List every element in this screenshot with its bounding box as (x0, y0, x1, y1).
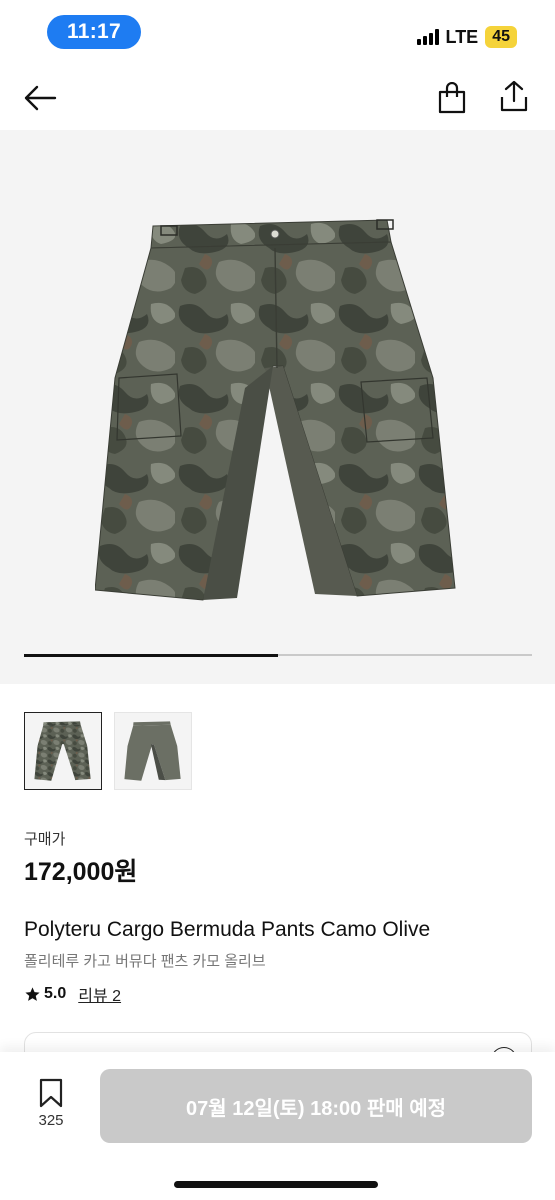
rating-value: 5.0 (44, 985, 67, 1002)
product-name-ko: 폴리테루 카고 버뮤다 팬츠 카모 올리브 (24, 953, 266, 970)
rating: 5.0 리뷰 2 (24, 982, 121, 1006)
share-icon (500, 80, 528, 112)
price: 172,000원 (24, 858, 138, 886)
bookmark-count: 325 (38, 1112, 64, 1129)
thumbnail-1[interactable] (24, 712, 102, 790)
product-image (95, 219, 456, 601)
battery-icon: 45 (485, 26, 517, 48)
status-bar: 11:17 LTE 45 (0, 0, 555, 62)
home-indicator (174, 1181, 378, 1188)
signal-icon (416, 29, 439, 45)
share-button[interactable] (494, 76, 534, 116)
shopping-bag-icon (438, 82, 466, 114)
product-image-gallery[interactable] (0, 130, 555, 684)
thumbnail-image (34, 721, 91, 781)
status-indicators: LTE 45 (416, 24, 517, 50)
purchase-button[interactable]: 07월 12일(토) 18:00 판매 예정 (100, 1069, 532, 1143)
arrow-left-icon (24, 85, 57, 111)
product-name-en: Polyteru Cargo Bermuda Pants Camo Olive (24, 918, 431, 941)
thumbnail-strip (24, 712, 192, 790)
price-label: 구매가 (24, 831, 66, 848)
top-nav (0, 70, 555, 126)
thumbnail-2[interactable] (114, 712, 192, 790)
star-icon (25, 986, 40, 1001)
bookmark-button[interactable]: 325 (26, 1078, 76, 1129)
cart-button[interactable] (432, 78, 472, 118)
bottom-action-bar: 325 07월 12일(토) 18:00 판매 예정 (0, 1052, 555, 1200)
gallery-progress-fill (24, 653, 278, 657)
status-time: 11:17 (47, 15, 141, 49)
bookmark-icon (39, 1078, 63, 1108)
network-label: LTE (445, 26, 479, 47)
thumbnail-image (124, 721, 181, 781)
back-button[interactable] (20, 78, 60, 118)
gallery-progress-track (24, 653, 532, 657)
reviews-link[interactable]: 리뷰 2 (78, 982, 121, 1006)
